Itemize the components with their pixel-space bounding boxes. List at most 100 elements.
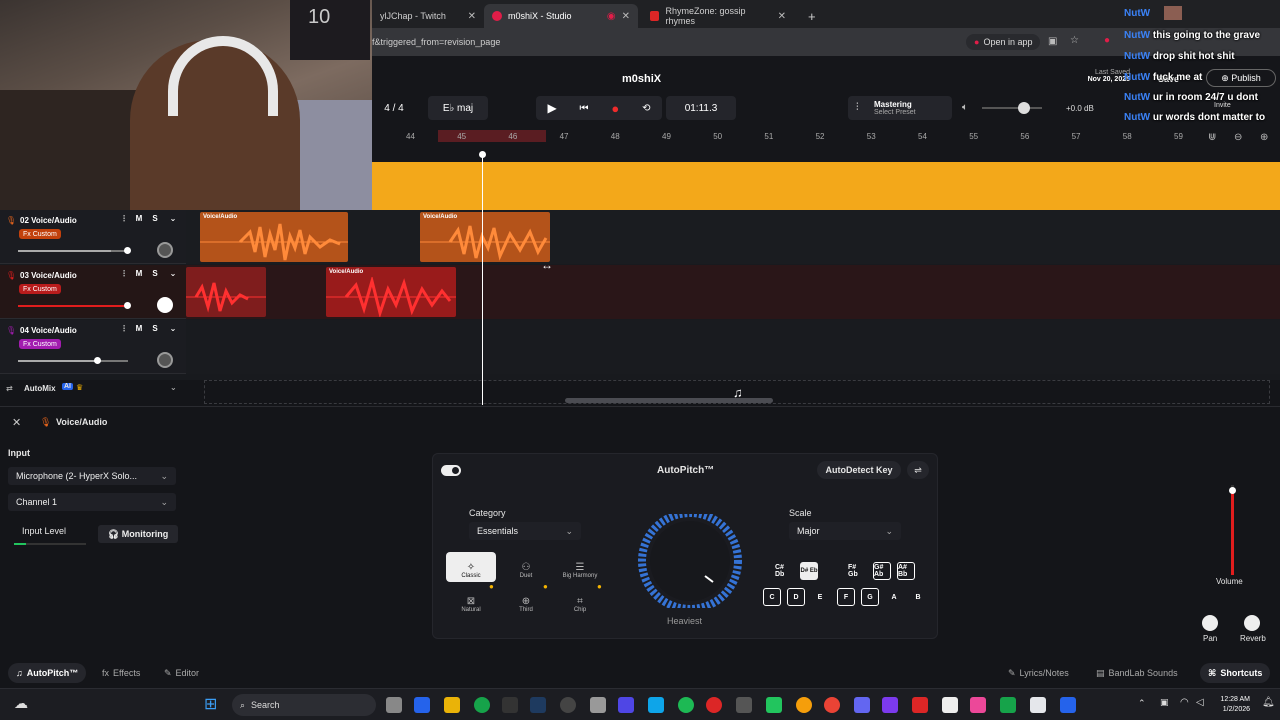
chevron-down-icon[interactable]: ⌄ bbox=[170, 383, 177, 392]
fx-badge[interactable]: Fx Custom bbox=[19, 284, 61, 294]
track-name[interactable]: 04 Voice/Audio bbox=[20, 326, 77, 335]
track-lane-02[interactable]: Voice/Audio Voice/Audio bbox=[186, 210, 1280, 264]
chevron-down-icon[interactable]: ⌄ bbox=[167, 214, 179, 223]
track-lane-03[interactable]: Voice/Audio bbox=[186, 265, 1280, 319]
xbox-icon[interactable] bbox=[474, 697, 490, 713]
audio-clip[interactable]: Voice/Audio bbox=[200, 212, 348, 262]
horizontal-scrollbar[interactable] bbox=[565, 398, 773, 403]
app-icon[interactable] bbox=[854, 697, 870, 713]
key-b[interactable]: B bbox=[909, 588, 927, 606]
loop-region[interactable] bbox=[438, 130, 546, 142]
reverb-knob[interactable] bbox=[1244, 615, 1260, 631]
tab-editor[interactable]: ✎ Editor bbox=[156, 663, 207, 683]
more-icon[interactable]: ⋮ bbox=[118, 269, 130, 278]
pan-knob[interactable] bbox=[157, 242, 173, 258]
key-c-sharp[interactable]: C# Db bbox=[775, 562, 793, 580]
project-name[interactable]: m0shiX bbox=[622, 73, 661, 85]
preset-classic[interactable]: ✧ Classic bbox=[446, 552, 496, 582]
preset-big-harmony[interactable]: ☰ Big Harmony bbox=[555, 552, 605, 582]
copilot-icon[interactable] bbox=[414, 697, 430, 713]
mute-button[interactable]: M bbox=[133, 324, 145, 333]
tab-autopitch[interactable]: ♫ AutoPitch™ bbox=[8, 663, 87, 683]
autodetect-key-button[interactable]: AutoDetect Key bbox=[817, 461, 901, 479]
track-header-03[interactable]: 🎙︎ 03 Voice/Audio Fx Custom ⋮ M S ⌄ bbox=[0, 265, 186, 319]
settings-gear-icon[interactable] bbox=[590, 697, 606, 713]
record-icon[interactable]: ● bbox=[611, 101, 619, 116]
track-header-04[interactable]: 🎙︎ 04 Voice/Audio Fx Custom ⋮ M S ⌄ bbox=[0, 320, 186, 374]
pan-knob[interactable] bbox=[1202, 615, 1218, 631]
app-icon[interactable] bbox=[1030, 697, 1046, 713]
key-g[interactable]: G bbox=[861, 588, 879, 606]
song-overview[interactable] bbox=[372, 146, 1280, 210]
time-signature[interactable]: 4 / 4 bbox=[376, 96, 412, 120]
taskbar-search[interactable]: ⌕ Search bbox=[232, 694, 376, 716]
play-icon[interactable]: ▶ bbox=[547, 101, 556, 115]
extension-icon[interactable]: ● bbox=[1104, 35, 1110, 46]
bookmark-star-icon[interactable]: ☆ bbox=[1070, 35, 1079, 46]
preset-duet[interactable]: ⚇ Duet bbox=[501, 552, 551, 582]
app-icon[interactable] bbox=[796, 697, 812, 713]
key-f-sharp[interactable]: F# Gb bbox=[848, 562, 866, 580]
key-e[interactable]: E bbox=[811, 588, 829, 606]
app-icon[interactable] bbox=[882, 697, 898, 713]
volume-knob[interactable] bbox=[94, 357, 101, 364]
pan-knob[interactable] bbox=[157, 352, 173, 368]
track-lane-04[interactable] bbox=[186, 320, 1280, 374]
bandlab-sounds-button[interactable]: ▤ BandLab Sounds bbox=[1088, 663, 1186, 683]
more-icon[interactable]: ⋮ bbox=[118, 324, 130, 333]
tab-effects[interactable]: fx Effects bbox=[94, 663, 148, 683]
channel-select[interactable]: Channel 1 ⌄ bbox=[8, 493, 176, 511]
close-icon[interactable]: ✕ bbox=[622, 11, 630, 22]
track-volume-slider[interactable] bbox=[18, 302, 131, 309]
close-icon[interactable]: ✕ bbox=[468, 11, 476, 22]
opera-icon[interactable] bbox=[706, 697, 722, 713]
solo-button[interactable]: S bbox=[149, 324, 161, 333]
open-in-app-button[interactable]: ● Open in app bbox=[966, 34, 1041, 50]
skip-back-icon[interactable]: ⏮ bbox=[580, 103, 589, 114]
audio-clip[interactable]: Voice/Audio bbox=[420, 212, 550, 262]
taskbar-clock[interactable]: 12:28 AM 1/2/2026 bbox=[1210, 695, 1250, 715]
weather-icon[interactable]: ☁ bbox=[14, 695, 28, 712]
tab-rhymezone[interactable]: RhymeZone: gossip rhymes ✕ bbox=[642, 4, 794, 28]
close-icon[interactable]: ✕ bbox=[12, 416, 21, 429]
track-volume-fader[interactable] bbox=[1229, 485, 1236, 575]
steam-icon[interactable] bbox=[530, 697, 546, 713]
track-header-02[interactable]: 🎙︎ 02 Voice/Audio Fx Custom ⋮ M S ⌄ bbox=[0, 210, 186, 264]
obs-icon[interactable] bbox=[560, 697, 576, 713]
track-name[interactable]: 03 Voice/Audio bbox=[20, 271, 77, 280]
master-volume-knob[interactable] bbox=[1018, 102, 1030, 114]
app-icon[interactable] bbox=[766, 697, 782, 713]
chrome-icon[interactable] bbox=[824, 697, 840, 713]
zoom-out-icon[interactable]: ⊖ bbox=[1234, 132, 1242, 143]
playhead[interactable] bbox=[482, 153, 483, 405]
app-icon[interactable] bbox=[1000, 697, 1016, 713]
shortcuts-button[interactable]: ⌘ Shortcuts bbox=[1200, 663, 1271, 683]
mute-button[interactable]: M bbox=[133, 269, 145, 278]
loop-icon[interactable]: ⟲ bbox=[642, 103, 650, 114]
app-icon[interactable] bbox=[1060, 697, 1076, 713]
app-icon[interactable] bbox=[912, 697, 928, 713]
key-c[interactable]: C bbox=[763, 588, 781, 606]
audio-clip[interactable]: Voice/Audio bbox=[326, 267, 456, 317]
speaker-icon[interactable]: ◁ bbox=[1196, 697, 1204, 708]
timeline-ruler[interactable]: 44 45 46 47 48 49 50 51 52 53 54 55 56 57 58 59 ⋓ ⊖ ⊕ bbox=[372, 130, 1280, 146]
input-device-select[interactable]: Microphone (2- HyperX Solo... ⌄ bbox=[8, 467, 176, 485]
mastering-button[interactable]: ⫶ Mastering Select Preset bbox=[848, 96, 952, 120]
volume-knob[interactable] bbox=[124, 247, 131, 254]
close-icon[interactable]: ✕ bbox=[778, 11, 786, 22]
wifi-icon[interactable]: ◠ bbox=[1180, 697, 1189, 708]
notification-icon[interactable]: 🔔︎ bbox=[1262, 697, 1275, 708]
track-name[interactable]: 02 Voice/Audio bbox=[20, 216, 77, 225]
key-f[interactable]: F bbox=[837, 588, 855, 606]
spotify-icon[interactable] bbox=[678, 697, 694, 713]
solo-button[interactable]: S bbox=[149, 214, 161, 223]
windows-start-icon[interactable]: ⊞ bbox=[204, 694, 217, 714]
monitoring-button[interactable]: 🎧︎ Monitoring bbox=[98, 525, 178, 543]
zoom-in-icon[interactable]: ⊕ bbox=[1260, 132, 1268, 143]
edge-icon[interactable] bbox=[648, 697, 664, 713]
strength-knob[interactable] bbox=[633, 514, 747, 608]
capcut-icon[interactable] bbox=[736, 697, 752, 713]
capcut-icon[interactable] bbox=[942, 697, 958, 713]
key-g-sharp[interactable]: G# Ab bbox=[873, 562, 891, 580]
category-select[interactable]: Essentials ⌄ bbox=[469, 522, 581, 540]
